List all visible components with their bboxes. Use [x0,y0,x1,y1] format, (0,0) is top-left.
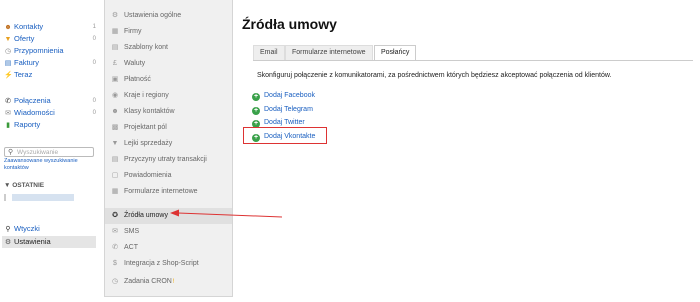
menu-item-shop-script[interactable]: $ Integracja z Shop-Script [105,256,232,272]
sidebar-item-invoices[interactable]: ▤ Faktury 0 [4,58,96,68]
annotation-arrow [170,209,282,218]
fields-icon: ▩ [111,124,119,131]
invoice-icon: ▤ [4,60,12,67]
app-sidebar: ☻ Kontakty 1 ▼ Oferty 0 ◷ Przypomnienia ▤ Fa… [0,0,104,302]
plus-icon: + [252,107,260,115]
source-icon: ✪ [112,212,118,219]
recent-item[interactable] [12,194,74,201]
phone-icon: ✆ [5,98,11,105]
tab-messengers[interactable]: Posłańcy [374,45,417,61]
menu-item-currencies[interactable]: £ Waluty [105,56,232,72]
form-icon: ▦ [111,188,119,195]
dollar-icon: $ [113,260,117,267]
sidebar-item-now[interactable]: ⚡Teraz [4,70,96,80]
menu-item-countries[interactable]: ◉ Kraje i regiony [105,88,232,104]
recent-heading[interactable]: ▼ OSTATNIE [4,182,44,189]
building-icon: ▦ [111,28,119,35]
lightning-icon: ⚡ [4,72,13,79]
search-input[interactable]: ⚲ Wyszukiwanie [4,147,94,157]
menu-item-general[interactable]: ⚙ Ustawienia ogólne [105,8,232,24]
menu-item-web-forms[interactable]: ▦ Formularze internetowe [105,184,232,200]
payment-icon: ▣ [111,76,119,83]
template-icon: ▤ [111,44,119,51]
sidebar-item-reports[interactable]: ▮ Raporty [4,120,96,130]
funnel-icon: ▼ [111,140,119,147]
envelope-icon: ✉ [5,110,11,117]
menu-item-contact-classes[interactable]: ☻ Klasy kontaktów [105,104,232,120]
main-content: Źródła umowy Email Formularze internetow… [232,0,700,302]
users-icon: ☻ [111,108,119,115]
menu-item-sms[interactable]: ✉ SMS [105,224,232,240]
menu-item-payment[interactable]: ▣ Płatność [105,72,232,88]
menu-item-cron[interactable]: ◷ Zadania CRON! [105,274,232,290]
currency-icon: £ [113,60,117,67]
menu-item-act[interactable]: ✆ ACT [105,240,232,256]
settings-menu: ⚙ Ustawienia ogólne ▦ Firmy ▤ Szablony kont… [104,0,233,297]
plus-icon: + [252,93,260,101]
person-icon: ☻ [4,24,12,31]
add-facebook-link[interactable]: + Dodaj Facebook [252,90,315,101]
sms-icon: ✉ [112,228,118,235]
recent-item-marker [4,194,6,201]
sidebar-item-deals[interactable]: ▼ Oferty 0 [4,34,96,44]
menu-item-sales-funnels[interactable]: ▼ Lejki sprzedaży [105,136,232,152]
menu-item-notifications[interactable]: ▢ Powiadomienia [105,168,232,184]
advanced-search-link[interactable]: Zaawansowane wyszukiwanie kontaktów [4,158,94,171]
globe-icon: ◉ [111,92,119,99]
sidebar-item-contacts[interactable]: ☻ Kontakty 1 [4,22,96,32]
cron-icon: ◷ [111,278,119,285]
warning-indicator: ! [172,279,175,285]
gear-icon: ⚙ [4,239,12,246]
notification-icon: ▢ [111,172,119,179]
sidebar-item-reminders[interactable]: ◷ Przypomnienia [4,46,96,56]
add-telegram-link[interactable]: + Dodaj Telegram [252,104,313,115]
menu-item-companies[interactable]: ▦ Firmy [105,24,232,40]
menu-item-field-designer[interactable]: ▩ Projektant pól [105,120,232,136]
tab-web-forms[interactable]: Formularze internetowe [285,45,373,61]
description: Skonfiguruj połączenie z komunikatorami,… [257,72,612,79]
sidebar-item-messages[interactable]: ✉ Wiadomości 0 [4,108,96,118]
chart-icon: ▮ [6,122,10,129]
highlight-box [243,127,327,144]
funnel-icon: ▼ [4,36,12,43]
page-title: Źródła umowy [242,16,337,32]
menu-item-templates[interactable]: ▤ Szablony kont [105,40,232,56]
menu-item-loss-reasons[interactable]: ▤ Przyczyny utraty transakcji [105,152,232,168]
sidebar-item-settings[interactable]: ⚙ Ustawienia [4,237,96,247]
tab-email[interactable]: Email [253,45,285,61]
search-icon: ⚲ [8,149,14,156]
tab-divider [253,60,693,61]
clock-icon: ◷ [4,48,12,55]
phone-icon: ✆ [112,244,118,251]
sidebar-item-calls[interactable]: ✆ Połączenia 0 [4,96,96,106]
lost-icon: ▤ [111,156,119,163]
plug-icon: ⚲ [5,226,11,233]
gear-icon: ⚙ [111,12,119,19]
sidebar-item-plugins[interactable]: ⚲ Wtyczki [4,224,96,234]
